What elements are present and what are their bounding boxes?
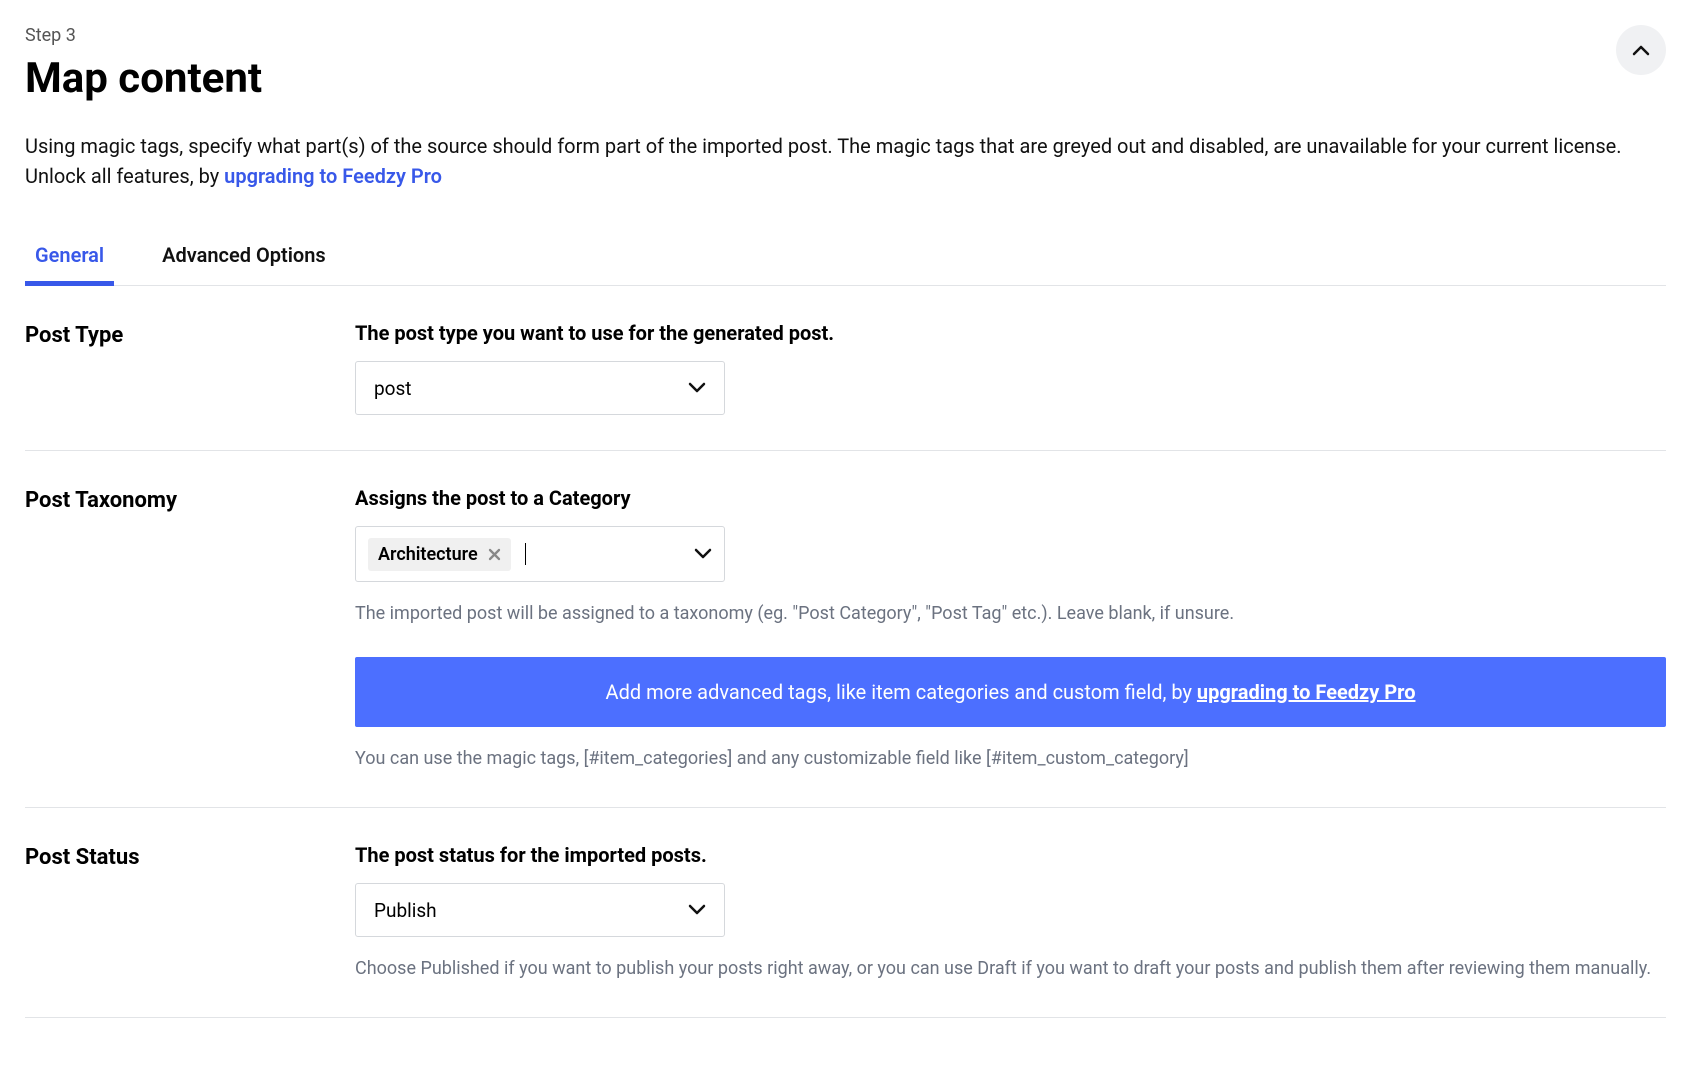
- page-description: Using magic tags, specify what part(s) o…: [25, 131, 1666, 191]
- tag-remove-icon[interactable]: [488, 548, 501, 561]
- chevron-down-icon: [688, 382, 706, 394]
- chevron-down-icon: [688, 904, 706, 916]
- section-label-post-taxonomy: Post Taxonomy: [25, 486, 355, 772]
- field-label-post-type: The post type you want to use for the ge…: [355, 321, 1666, 345]
- promo-banner: Add more advanced tags, like item catego…: [355, 657, 1666, 727]
- post-status-select[interactable]: Publish: [355, 883, 725, 937]
- post-status-value: Publish: [374, 899, 688, 922]
- promo-text: Add more advanced tags, like item catego…: [606, 680, 1197, 704]
- section-post-type: Post Type The post type you want to use …: [25, 286, 1666, 451]
- chevron-up-icon: [1632, 44, 1650, 56]
- collapse-button[interactable]: [1616, 25, 1666, 75]
- post-type-value: post: [374, 377, 688, 400]
- post-taxonomy-select[interactable]: Architecture: [355, 526, 725, 582]
- taxonomy-help-1: The imported post will be assigned to a …: [355, 600, 1666, 627]
- field-label-post-status: The post status for the imported posts.: [355, 843, 1666, 867]
- tabs: General Advanced Options: [25, 229, 1666, 286]
- post-status-help: Choose Published if you want to publish …: [355, 955, 1666, 982]
- tag-label: Architecture: [378, 544, 478, 565]
- section-post-status: Post Status The post status for the impo…: [25, 808, 1666, 1018]
- chevron-down-icon: [694, 548, 712, 560]
- page-title: Map content: [25, 54, 262, 103]
- tab-advanced-options[interactable]: Advanced Options: [152, 229, 336, 286]
- section-label-post-type: Post Type: [25, 321, 355, 415]
- upgrade-link[interactable]: upgrading to Feedzy Pro: [224, 164, 442, 188]
- field-label-post-taxonomy: Assigns the post to a Category: [355, 486, 1666, 510]
- step-label: Step 3: [25, 25, 262, 46]
- taxonomy-tag: Architecture: [368, 538, 511, 571]
- section-post-taxonomy: Post Taxonomy Assigns the post to a Cate…: [25, 451, 1666, 808]
- tag-area: Architecture: [368, 538, 526, 571]
- post-type-select[interactable]: post: [355, 361, 725, 415]
- section-label-post-status: Post Status: [25, 843, 355, 982]
- input-cursor: [525, 543, 526, 565]
- tab-general[interactable]: General: [25, 229, 114, 286]
- promo-upgrade-link[interactable]: upgrading to Feedzy Pro: [1197, 680, 1416, 704]
- taxonomy-help-2: You can use the magic tags, [#item_categ…: [355, 745, 1666, 772]
